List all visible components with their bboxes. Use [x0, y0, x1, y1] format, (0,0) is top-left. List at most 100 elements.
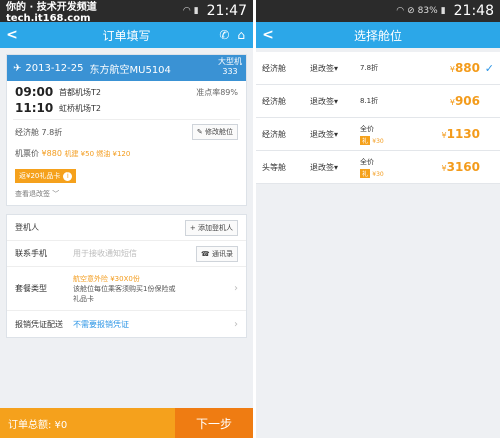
bottom-bar: 订单总额: ¥0 下一步 — [0, 408, 253, 438]
passenger-label: 登机人 — [15, 223, 39, 232]
phone-icon[interactable]: ✆ — [219, 28, 229, 42]
modify-cabin-label: 修改舱位 — [205, 128, 233, 136]
refund-rule-dropdown[interactable]: 退改签▾ — [310, 63, 360, 74]
wifi-icon: ◠ — [396, 6, 405, 16]
plane-type-label: 大型机 — [218, 57, 242, 66]
invoice-value: 不需要报销凭证 — [73, 319, 129, 329]
clock: 21:48 — [453, 3, 494, 19]
cabin-row: 经济舱 7.8折 ✎ 修改舱位 — [7, 120, 246, 144]
refund-link[interactable]: 查看退改签 ﹀ — [7, 185, 246, 205]
discount: 8.1折 — [360, 97, 379, 105]
package-note-1: 该舱位每位乘客须购买1份保险或 — [73, 284, 176, 293]
seat-price-value: 1130 — [446, 127, 480, 141]
page-title: 选择舱位 — [353, 28, 402, 43]
edit-icon: ✎ — [196, 128, 203, 136]
seat-list: 经济舱 退改签▾ 7.8折 ¥880 ✓ 经济舱 退改签▾ 8.1折 ¥906 … — [256, 52, 500, 184]
gift-amount: ¥30 — [372, 137, 384, 145]
address-book-label: 通讯录 — [212, 249, 233, 258]
seat-row[interactable]: 经济舱 退改签▾ 7.8折 ¥880 ✓ — [256, 52, 500, 85]
contact-row: 联系手机 用于接收通知短信 ☎ 通讯录 — [7, 241, 246, 267]
form-list: 登机人 + 添加登机人 联系手机 用于接收通知短信 ☎ 通讯录 套餐类型 航空意… — [6, 214, 247, 338]
modify-cabin-button[interactable]: ✎ 修改舱位 — [191, 124, 238, 140]
passenger-row: 登机人 + 添加登机人 — [7, 215, 246, 241]
caret-down-icon: ▾ — [334, 129, 339, 139]
contact-phone-input[interactable]: 用于接收通知短信 — [73, 248, 137, 259]
seat-row[interactable]: 经济舱 退改签▾ 8.1折 ¥906 — [256, 85, 500, 118]
gift-tag: 礼 — [360, 168, 371, 178]
ticket-price: ¥880 — [41, 149, 62, 158]
discount: 全价 — [360, 124, 374, 133]
plane-type: 大型机 333 — [218, 57, 242, 77]
refund-rule-label: 退改签 — [310, 129, 334, 139]
flight-date: 2013-12-25 — [25, 62, 84, 74]
chevron-right-icon: › — [234, 318, 238, 330]
back-icon[interactable]: < — [256, 27, 280, 43]
chevron-right-icon: › — [234, 283, 238, 294]
package-desc: 航空意外险 ¥30X0份 该舱位每位乘客须购买1份保险或 礼品卡 — [73, 274, 175, 304]
fee-info: 机建 ¥50 燃油 ¥120 — [64, 149, 131, 158]
clock: 21:47 — [206, 3, 247, 19]
invoice-row[interactable]: 报销凭证配送 不需要报销凭证 › — [7, 311, 246, 337]
chevron-down-icon: ﹀ — [52, 190, 60, 198]
battery-icon: ▮ — [440, 6, 446, 16]
battery-level: 83% — [417, 6, 438, 16]
seat-price-value: 906 — [454, 94, 480, 108]
arrive-time: 11:10 — [15, 101, 54, 115]
watermark-text: 你的 · 技术开发频道 tech.it168.com — [6, 2, 97, 24]
seat-class: 经济舱 — [262, 63, 286, 73]
order-form-screen: 你的 · 技术开发频道 tech.it168.com ◠ ▮ 21:47 < 订… — [0, 0, 253, 438]
cabin-label: 经济舱 7.8折 — [15, 127, 63, 137]
flight-card: ✈ 2013-12-25 东方航空MU5104 大型机 333 09:00 首都… — [6, 54, 247, 206]
seat-price: ¥906 — [450, 94, 480, 108]
coupon-badge[interactable]: 返¥20礼品卡 i — [15, 169, 77, 183]
header: < 订单填写 ✆ ⌂ — [0, 22, 253, 48]
seat-class: 头等舱 — [262, 162, 286, 172]
flight-bar: ✈ 2013-12-25 东方航空MU5104 大型机 333 — [7, 55, 246, 81]
refund-link-label: 查看退改签 — [15, 190, 50, 198]
seat-class: 经济舱 — [262, 96, 286, 106]
invoice-label: 报销凭证配送 — [15, 319, 63, 329]
wifi-icon: ◠ — [182, 6, 191, 16]
refund-rule-dropdown[interactable]: 退改签▾ — [310, 129, 360, 140]
discount: 全价 — [360, 157, 374, 166]
caret-down-icon: ▾ — [334, 63, 339, 73]
package-label: 套餐类型 — [15, 284, 47, 293]
add-passenger-label: 添加登机人 — [198, 223, 233, 232]
depart-time: 09:00 — [15, 85, 54, 99]
arrive-airport: 虹桥机场T2 — [59, 103, 101, 113]
seat-class: 经济舱 — [262, 129, 286, 139]
info-icon: i — [63, 171, 73, 181]
package-insurance: 航空意外险 ¥30X0份 — [73, 274, 140, 283]
back-icon[interactable]: < — [0, 27, 24, 43]
add-passenger-button[interactable]: + 添加登机人 — [184, 219, 238, 236]
contacts-icon: ☎ — [201, 249, 210, 258]
address-book-button[interactable]: ☎ 通讯录 — [196, 245, 238, 262]
plus-icon: + — [189, 223, 196, 232]
price-row: 机票价 ¥880 机建 ¥50 燃油 ¥120 — [7, 144, 246, 163]
seat-row[interactable]: 头等舱 退改签▾ 全价 礼 ¥30 ¥3160 — [256, 151, 500, 184]
package-note-2: 礼品卡 — [73, 294, 94, 303]
package-row[interactable]: 套餐类型 航空意外险 ¥30X0份 该舱位每位乘客须购买1份保险或 礼品卡 › — [7, 267, 246, 311]
order-total: 订单总额: ¥0 — [0, 408, 175, 438]
seat-price-value: 880 — [454, 61, 480, 75]
plane-model: 333 — [222, 67, 238, 76]
refund-rule-dropdown[interactable]: 退改签▾ — [310, 162, 360, 173]
seat-price: ¥880 — [450, 61, 480, 75]
gift-tag: 礼 — [360, 135, 371, 145]
status-bar: ◠ ⊘ 83% ▮ 21:48 — [256, 0, 500, 22]
next-step-button[interactable]: 下一步 — [175, 408, 253, 438]
seat-price: ¥1130 — [442, 127, 481, 141]
discount: 7.8折 — [360, 64, 379, 72]
home-icon[interactable]: ⌂ — [237, 28, 245, 42]
caret-down-icon: ▾ — [334, 96, 339, 106]
gift-amount: ¥30 — [372, 170, 384, 178]
seat-row[interactable]: 经济舱 退改签▾ 全价 礼 ¥30 ¥1130 — [256, 118, 500, 151]
refund-rule-label: 退改签 — [310, 96, 334, 106]
page-title: 订单填写 — [102, 28, 151, 43]
coupon-text: 返¥20礼品卡 — [19, 172, 61, 180]
caret-down-icon: ▾ — [334, 162, 339, 172]
check-icon: ✓ — [484, 61, 494, 75]
refund-rule-dropdown[interactable]: 退改签▾ — [310, 96, 360, 107]
seat-price-value: 3160 — [446, 160, 480, 174]
flight-number: 东方航空MU5104 — [89, 64, 171, 76]
